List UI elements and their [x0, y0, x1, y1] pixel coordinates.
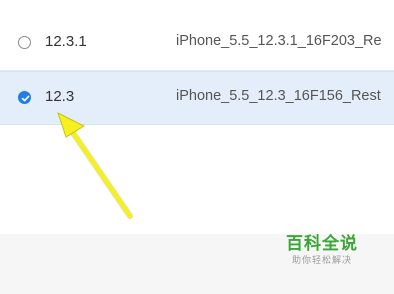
firmware-version: 12.3	[45, 88, 75, 105]
firmware-filename: iPhone_5.5_12.3.1_16F203_Re	[176, 33, 382, 49]
firmware-filename: iPhone_5.5_12.3_16F156_Rest	[176, 88, 381, 104]
watermark-logo: 百科全说 助你轻松解决	[282, 234, 362, 268]
firmware-row[interactable]: 12.3.1 iPhone_5.5_12.3.1_16F203_Re	[0, 17, 394, 71]
radio-unchecked-icon[interactable]	[18, 36, 31, 49]
firmware-version: 12.3.1	[45, 33, 87, 50]
watermark-title: 百科全说	[286, 234, 358, 254]
watermark-subtitle: 助你轻松解决	[291, 256, 352, 266]
radio-checked-icon[interactable]	[18, 91, 31, 104]
firmware-list-panel: 12.3.1 iPhone_5.5_12.3.1_16F203_Re 12.3 …	[0, 0, 394, 294]
firmware-row-selected[interactable]: 12.3 iPhone_5.5_12.3_16F156_Rest	[0, 71, 394, 125]
